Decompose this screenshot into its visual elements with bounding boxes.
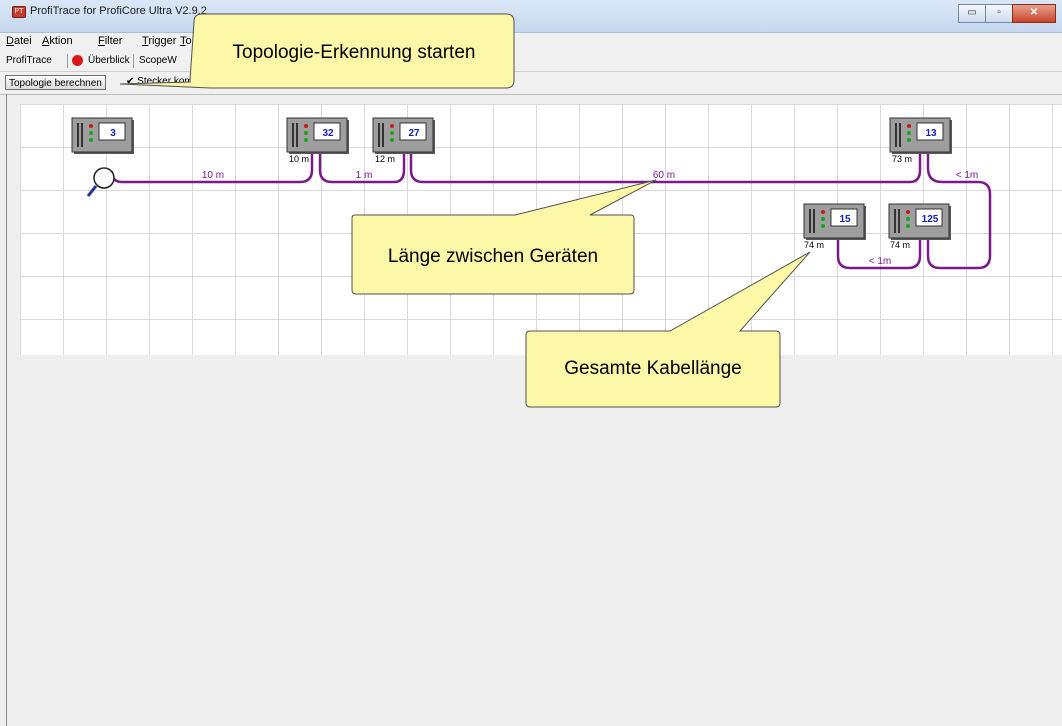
device-address: 32 <box>322 128 334 139</box>
device-node[interactable]: 3 <box>71 117 135 155</box>
menu-bar: Datei Aktion Filter Trigger To <box>0 33 1062 50</box>
view-tabs: ProfiTrace Überblick ScopeW <box>0 51 1062 72</box>
tab-ueberblick[interactable]: Überblick <box>88 55 130 66</box>
compute-topology-button[interactable]: Topologie berechnen <box>5 75 106 90</box>
device-distance: 73 m <box>892 154 912 164</box>
menu-aktion[interactable]: Aktion <box>42 35 73 47</box>
menu-filter[interactable]: Filter <box>98 35 122 47</box>
menu-datei[interactable]: Datei <box>6 35 32 47</box>
window-controls: ▭ ▫ ✕ <box>958 4 1056 23</box>
device-distance: 10 m <box>289 154 309 164</box>
maximize-button[interactable]: ▫ <box>985 4 1013 23</box>
tab-profitrace[interactable]: ProfiTrace <box>6 55 52 66</box>
app-window: PT ProfiTrace for ProfiCore Ultra V2.9.2… <box>0 0 1062 726</box>
menu-tools[interactable]: To <box>180 35 192 47</box>
device-distance: 74 m <box>804 240 824 250</box>
device-address: 13 <box>925 128 937 139</box>
window-title: ProfiTrace for ProfiCore Ultra V2.9.2 <box>30 5 207 17</box>
toolbar: Topologie berechnen ✔ Stecker kom <box>0 72 1062 95</box>
device-address: 15 <box>839 214 851 225</box>
minimize-button[interactable]: ▭ <box>958 4 986 23</box>
connector-check[interactable]: ✔ Stecker kom <box>126 76 193 87</box>
tab-separator <box>133 54 134 68</box>
device-distance: 74 m <box>890 240 910 250</box>
device-address: 27 <box>408 128 420 139</box>
device-distance: 12 m <box>375 154 395 164</box>
app-logo-icon: PT <box>12 6 26 18</box>
device-address: 125 <box>922 214 939 225</box>
title-bar: PT ProfiTrace for ProfiCore Ultra V2.9.2… <box>0 0 1062 33</box>
close-button[interactable]: ✕ <box>1012 4 1056 23</box>
connector-check-label: Stecker kom <box>137 76 193 87</box>
tab-separator <box>67 54 68 68</box>
record-icon <box>72 55 83 66</box>
tab-scopeware[interactable]: ScopeW <box>139 55 177 66</box>
empty-panel <box>7 355 1062 726</box>
menu-trigger[interactable]: Trigger <box>142 35 176 47</box>
device-address: 3 <box>110 128 116 139</box>
